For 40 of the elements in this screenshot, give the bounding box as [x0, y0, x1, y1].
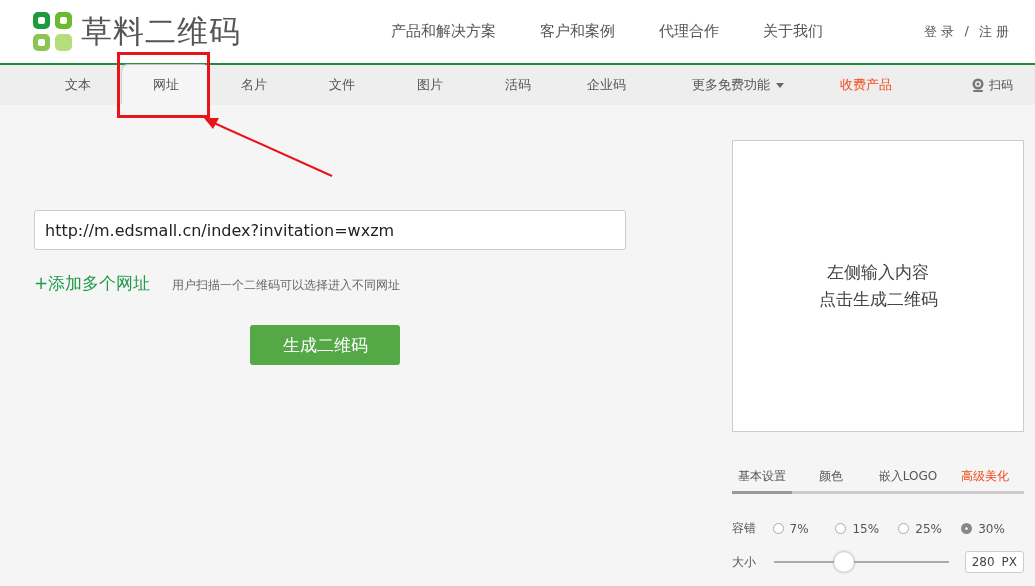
nav-tab[interactable]: 文件	[298, 65, 386, 105]
radio-label: 30%	[978, 521, 1005, 536]
preview-text: 左侧输入内容	[827, 261, 929, 284]
nav-tab[interactable]: 活码	[474, 65, 562, 105]
radio-button[interactable]	[961, 523, 973, 534]
settings-tab[interactable]: 基本设置	[732, 462, 792, 494]
caret-icon	[776, 82, 784, 88]
menu-link[interactable]: 关于我们	[763, 22, 823, 41]
menu-link[interactable]: 代理合作	[659, 22, 719, 41]
logo-icon	[33, 11, 73, 52]
radio-button[interactable]	[835, 523, 847, 534]
webcam-icon[interactable]	[971, 78, 985, 92]
menu-link[interactable]: 产品和解决方案	[391, 22, 496, 41]
radio-label: 25%	[915, 521, 942, 536]
scan-link[interactable]: 扫码	[989, 76, 1013, 94]
radio-button[interactable]	[772, 523, 784, 534]
login-link[interactable]: 登 录	[924, 22, 955, 41]
size-label: 大小	[732, 553, 757, 571]
hint-text: 用户扫描一个二维码可以选择进入不同网址	[172, 277, 401, 294]
size-field[interactable]: 280 PX	[964, 551, 1024, 573]
register-link[interactable]: 注 册	[978, 22, 1009, 41]
nav-tab[interactable]: 更多免费功能	[660, 65, 816, 105]
settings-tab[interactable]: 嵌入LOGO	[869, 462, 947, 494]
nav-tab[interactable]: 网址	[122, 65, 210, 105]
settings-tab[interactable]: 颜色	[792, 462, 870, 494]
preview-text: 点击生成二维码	[818, 288, 938, 311]
url-input-field[interactable]: http://m.edsmall.cn/index?invitation=wxzm	[34, 210, 626, 250]
nav-tab[interactable]: 文本	[34, 65, 122, 105]
radio-label: 15%	[852, 521, 880, 536]
radio-button[interactable]	[898, 523, 910, 534]
settings-tab[interactable]: 高级美化	[946, 462, 1024, 494]
slider-thumb[interactable]	[834, 552, 855, 572]
error-correction-label: 容错	[732, 520, 757, 537]
menu-link[interactable]: 客户和案例	[540, 22, 615, 41]
nav-tab[interactable]: 图片	[386, 65, 474, 105]
nav-tab[interactable]: 企业码	[562, 65, 650, 105]
nav-tab[interactable]: 名片	[210, 65, 298, 105]
separator: /	[964, 22, 969, 40]
radio-label: 7%	[789, 521, 809, 536]
brand-name: 草料二维码	[81, 11, 241, 51]
